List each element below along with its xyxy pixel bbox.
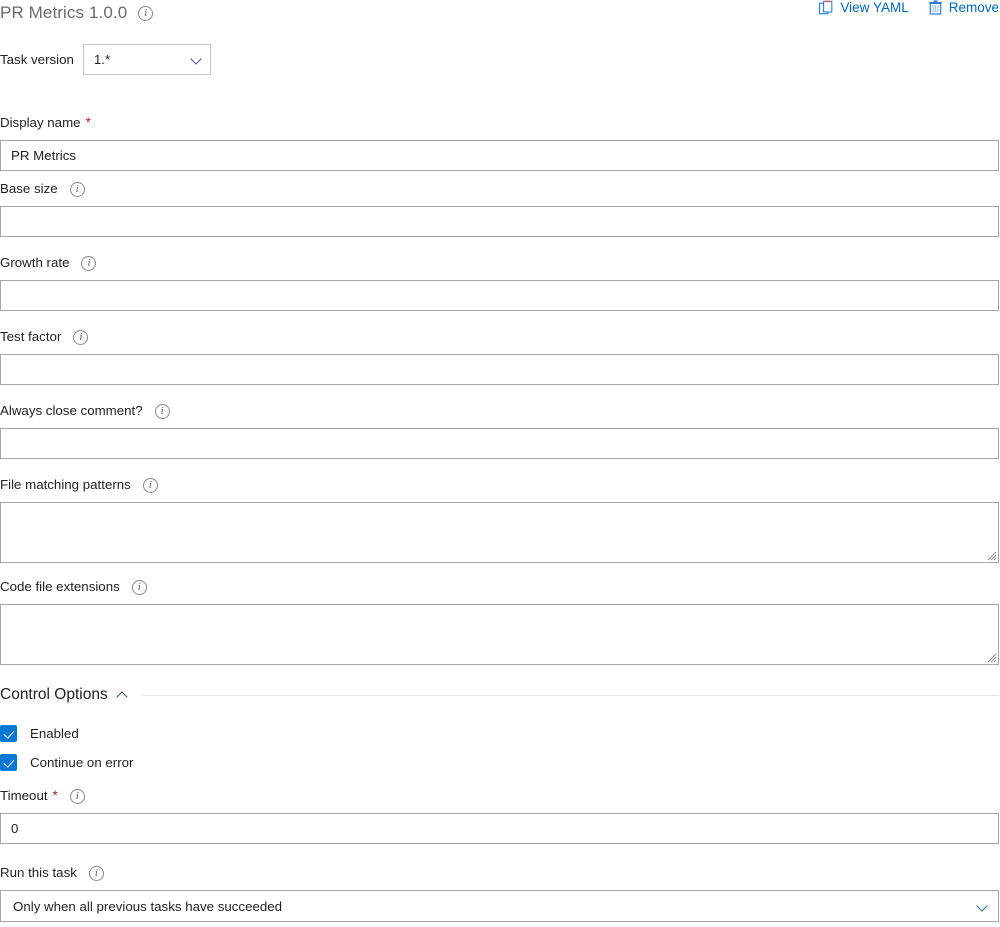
control-options-header[interactable]: Control Options (0, 686, 1000, 704)
file-matching-patterns-textarea[interactable] (0, 502, 999, 563)
info-icon[interactable]: i (69, 788, 85, 804)
always-close-comment-input[interactable] (0, 428, 999, 459)
control-options-title: Control Options (0, 686, 108, 703)
view-yaml-button[interactable]: View YAML (819, 0, 909, 15)
run-this-task-select[interactable]: Only when all previous tasks have succee… (0, 890, 999, 922)
field-run-this-task: Run this task i Only when all previous t… (0, 865, 1000, 922)
field-label: Always close comment? i (0, 403, 1000, 419)
field-label: Display name * (0, 115, 1000, 131)
field-label: Growth rate i (0, 255, 1000, 271)
info-icon[interactable]: i (69, 181, 85, 197)
checkbox-icon[interactable] (0, 725, 17, 742)
chevron-down-icon (191, 54, 202, 65)
field-label: Test factor i (0, 329, 1000, 345)
code-file-extensions-textarea[interactable] (0, 604, 999, 665)
run-this-task-value: Only when all previous tasks have succee… (13, 898, 283, 914)
run-this-task-label: Run this task (0, 865, 77, 880)
textarea-wrapper (0, 502, 999, 563)
info-icon[interactable]: i (142, 477, 158, 493)
checkbox-enabled[interactable]: Enabled (0, 725, 79, 742)
required-marker: * (85, 115, 91, 130)
field-always-close-comment: Always close comment? i (0, 403, 1000, 459)
field-base-size: Base size i (0, 181, 1000, 237)
base-size-input[interactable] (0, 206, 999, 237)
checkbox-continue-on-error[interactable]: Continue on error (0, 754, 133, 771)
checkbox-enabled-label: Enabled (30, 726, 79, 741)
remove-button[interactable]: Remove (929, 0, 999, 15)
code-file-extensions-label: Code file extensions (0, 579, 120, 594)
page-title: PR Metrics 1.0.0 (0, 3, 128, 22)
growth-rate-input[interactable] (0, 280, 999, 311)
chevron-up-icon[interactable] (116, 689, 128, 701)
field-label: Run this task i (0, 865, 1000, 881)
field-code-file-extensions: Code file extensions i (0, 579, 1000, 665)
field-label: File matching patterns i (0, 477, 1000, 493)
task-version-select[interactable]: 1.* (82, 44, 211, 75)
required-marker: * (52, 788, 58, 803)
info-icon[interactable]: i (81, 255, 97, 271)
test-factor-label: Test factor (0, 329, 62, 344)
view-yaml-label: View YAML (840, 0, 909, 15)
field-growth-rate: Growth rate i (0, 255, 1000, 311)
info-icon[interactable]: i (88, 865, 104, 881)
field-display-name: Display name * (0, 115, 1000, 171)
always-close-comment-label: Always close comment? (0, 403, 143, 418)
info-icon[interactable]: i (131, 579, 147, 595)
field-label: Base size i (0, 181, 1000, 197)
timeout-label: Timeout (0, 788, 48, 803)
growth-rate-label: Growth rate (0, 255, 70, 270)
display-name-label: Display name (0, 115, 81, 130)
field-label: Timeout * i (0, 788, 1000, 804)
test-factor-input[interactable] (0, 354, 999, 385)
remove-label: Remove (948, 0, 999, 15)
base-size-label: Base size (0, 181, 58, 196)
info-icon[interactable]: i (138, 5, 154, 21)
task-editor-panel: PR Metrics 1.0.0 i View YAML Remove Task… (0, 0, 1000, 927)
checkbox-icon[interactable] (0, 754, 17, 771)
divider (141, 694, 999, 696)
chevron-down-icon (977, 901, 988, 912)
field-timeout: Timeout * i (0, 788, 1000, 844)
checkbox-continue-on-error-label: Continue on error (30, 755, 134, 770)
file-matching-patterns-label: File matching patterns (0, 477, 131, 492)
timeout-input[interactable] (0, 813, 999, 844)
trash-icon (929, 0, 942, 15)
header-actions: View YAML Remove (819, 0, 999, 15)
field-test-factor: Test factor i (0, 329, 1000, 385)
task-version-label: Task version (0, 52, 74, 67)
field-label: Code file extensions i (0, 579, 1000, 595)
info-icon[interactable]: i (73, 329, 89, 345)
task-version-value: 1.* (93, 52, 111, 67)
display-name-input[interactable] (0, 140, 999, 171)
info-icon[interactable]: i (154, 403, 170, 419)
textarea-wrapper (0, 604, 999, 665)
field-file-matching-patterns: File matching patterns i (0, 477, 1000, 563)
task-version-row: Task version 1.* (0, 44, 211, 75)
clipboard-icon (819, 0, 833, 15)
